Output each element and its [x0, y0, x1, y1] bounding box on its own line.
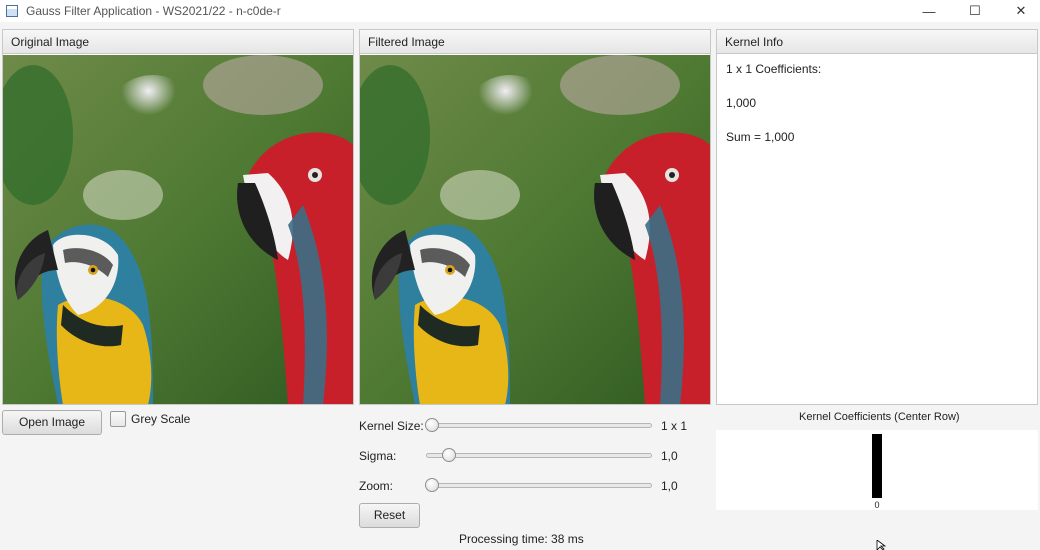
kernel-info-header: Kernel Info — [717, 30, 1037, 54]
kernel-size-slider-track — [426, 423, 652, 428]
zoom-slider-track — [426, 483, 652, 488]
reset-button[interactable]: Reset — [359, 503, 420, 528]
kernel-size-label: Kernel Size: — [359, 419, 424, 433]
kernel-size-value: 1 x 1 — [661, 419, 688, 433]
coeff-chart-title: Kernel Coefficients (Center Row) — [799, 411, 960, 423]
maximize-button[interactable]: ☐ — [952, 0, 998, 22]
processing-time: Processing time: 38 ms — [459, 532, 584, 546]
filtered-image-panel: Filtered Image — [359, 29, 711, 405]
grey-scale-label: Grey Scale — [131, 412, 191, 426]
coeff-chart: 0 — [716, 430, 1038, 510]
kernel-sum: Sum = 1,000 — [726, 130, 795, 144]
sigma-slider[interactable] — [442, 448, 457, 462]
kernel-coefficient-value: 1,000 — [726, 96, 757, 110]
grey-scale-checkbox[interactable] — [110, 411, 126, 427]
kernel-info-panel: Kernel Info 1 x 1 Coefficients: 1,000 Su… — [716, 29, 1038, 405]
kernel-size-slider[interactable] — [425, 418, 439, 432]
parrots-image-filtered — [360, 55, 710, 404]
window-title: Gauss Filter Application - WS2021/22 - n… — [26, 4, 281, 18]
parrots-image — [3, 55, 353, 404]
kernel-coefficients-heading: 1 x 1 Coefficients: — [726, 62, 822, 76]
zoom-slider[interactable] — [425, 478, 439, 492]
sigma-slider-track — [426, 453, 652, 458]
original-image-header: Original Image — [3, 30, 353, 54]
window-titlebar: Gauss Filter Application - WS2021/22 - n… — [0, 0, 1040, 22]
original-image-panel: Original Image — [2, 29, 354, 405]
original-image — [3, 55, 353, 404]
zoom-value: 1,0 — [661, 479, 678, 493]
minimize-button[interactable]: — — [906, 0, 952, 22]
open-image-button[interactable]: Open Image — [2, 410, 102, 435]
sigma-label: Sigma: — [359, 449, 397, 463]
mouse-cursor-icon — [876, 540, 887, 550]
coeff-bar — [872, 434, 882, 498]
close-button[interactable]: ✕ — [998, 0, 1040, 22]
app-icon — [6, 5, 18, 17]
coeff-chart-svg: 0 — [872, 434, 882, 510]
filtered-image — [360, 55, 710, 404]
sigma-value: 1,0 — [661, 449, 678, 463]
zoom-label: Zoom: — [359, 479, 394, 493]
coeff-tick-label: 0 — [874, 500, 879, 510]
filtered-image-header: Filtered Image — [360, 30, 710, 54]
